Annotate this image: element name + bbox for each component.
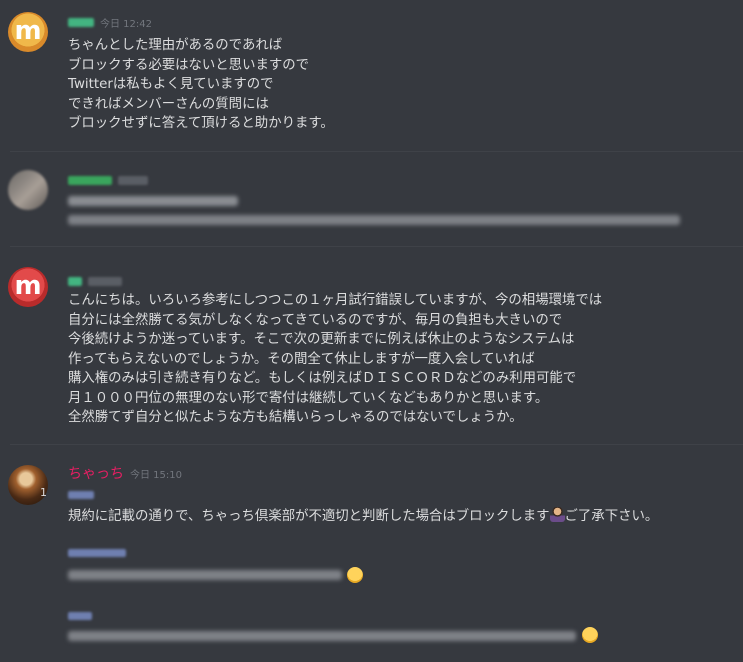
mention-redacted[interactable] xyxy=(68,491,94,499)
author-name-redacted[interactable] xyxy=(68,175,112,185)
message-line: 購入権のみは引き続き有りなど。もしくは例えばＤＩＳＣＯＲＤなどのみ利用可能で xyxy=(68,371,577,386)
message-line: ブロックする必要はないと思いますので xyxy=(68,57,310,73)
message-4: 1 ちゃっち 今日 15:10 規約に記載の通りで、ちゃっち倶楽部が不適切と判断… xyxy=(0,445,743,662)
redacted-text-line xyxy=(68,631,576,641)
author-name-redacted[interactable] xyxy=(68,276,82,286)
message-content: 規約に記載の通りで、ちゃっち倶楽部が不適切と判断した場合はブロックします ご了承下… xyxy=(68,507,658,527)
person-bowing-emoji-icon xyxy=(549,507,565,522)
message-2-redacted xyxy=(0,152,743,244)
redacted-text-line xyxy=(68,570,342,580)
message-line: 全然勝てず自分と似たような方も結構いらっしゃるのではないでしょうか。 xyxy=(68,410,523,425)
message-line: Twitterは私もよく見ていますので xyxy=(68,77,274,92)
message-line: ブロックせずに答えて頂けると助かります。 xyxy=(68,116,334,131)
message-timestamp: 今日 15:10 xyxy=(130,469,182,481)
redacted-text-line xyxy=(68,196,238,206)
message-1: 今日 12:42 ちゃんとした理由があるのであれば ブロックする必要はないと思い… xyxy=(0,0,743,150)
user-avatar[interactable] xyxy=(8,465,48,505)
message-line: 規約に記載の通りで、ちゃっち倶楽部が不適切と判断した場合はブロックします xyxy=(68,509,550,524)
message-line: できればメンバーさんの質問には xyxy=(68,96,269,112)
message-timestamp: 今日 12:42 xyxy=(100,18,152,30)
avatar-badge: 1 xyxy=(40,486,47,499)
message-line: 自分には全然勝てる気がしなくなってきているのですが、毎月の負担も大きいので xyxy=(68,312,563,328)
message-line: 月１０００円位の無理のない形で寄付は継続していくなどもありかと思います。 xyxy=(68,390,549,406)
smile-emoji-icon xyxy=(582,627,598,643)
mention-redacted[interactable] xyxy=(68,612,92,620)
mention-redacted[interactable] xyxy=(68,549,126,557)
message-line: 今後続けようか迷っています。そこで次の更新までに例えば休止のようなシステムは xyxy=(68,332,575,347)
message-content: こんにちは。いろいろ参考にしつつこの１ヶ月試行錯誤していますが、今の相場環境では… xyxy=(68,291,602,428)
user-avatar[interactable] xyxy=(8,267,48,307)
redacted-text-line xyxy=(68,215,680,225)
message-line: こんにちは。いろいろ参考にしつつこの１ヶ月試行錯誤していますが、今の相場環境では xyxy=(68,293,603,308)
message-line: 作ってもらえないのでしょうか。その間全て休止しますが一度入会していれば xyxy=(68,351,535,367)
message-line: ちゃんとした理由があるのであれば xyxy=(68,38,283,53)
author-name[interactable]: ちゃっち xyxy=(68,463,124,483)
user-avatar[interactable] xyxy=(8,12,48,52)
timestamp-redacted xyxy=(118,175,148,185)
message-content: ちゃんとした理由があるのであれば ブロックする必要はないと思いますので Twit… xyxy=(68,36,334,134)
smile-emoji-icon xyxy=(347,567,363,583)
user-avatar[interactable] xyxy=(8,170,48,210)
message-line-suffix: ご了承下さい。 xyxy=(564,509,659,524)
message-3: こんにちは。いろいろ参考にしつつこの１ヶ月試行錯誤していますが、今の相場環境では… xyxy=(0,247,743,442)
author-name-redacted[interactable] xyxy=(68,17,94,27)
timestamp-redacted xyxy=(88,276,122,286)
